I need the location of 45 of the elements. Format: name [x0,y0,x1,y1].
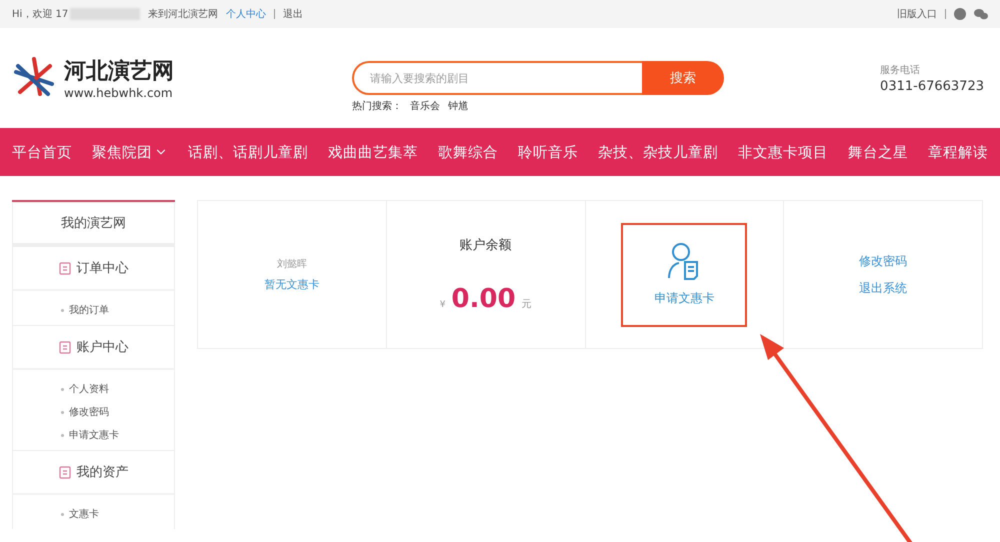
sidebar-item[interactable]: 申请文惠卡 [61,428,174,442]
welcome-text: 来到河北演艺网 [148,8,218,21]
search-field[interactable]: 请输入要搜索的剧目 [352,61,642,95]
nav-item[interactable]: 非文惠卡项目 [738,142,828,162]
nav-item[interactable]: 舞台之星 [848,142,908,162]
balance-title: 账户余额 [460,236,512,254]
nav-item[interactable]: 聚焦院团 [92,142,168,162]
sidebar-item[interactable]: 我的订单 [61,303,174,317]
sidebar-section-header: 订单中心 [12,246,175,291]
account-link[interactable]: 退出系统 [859,280,908,296]
sidebar-section-header: 账户中心 [12,325,175,370]
apply-card-button[interactable]: 申请文惠卡 [621,222,748,326]
logo-title: 河北演艺网 [64,58,174,86]
hot-search-link[interactable]: 音乐会 [410,99,440,113]
sidebar-item[interactable]: 个人资料 [61,382,174,396]
nav-item[interactable]: 章程解读 [928,142,988,162]
nav-item[interactable]: 平台首页 [12,142,72,162]
nav-item[interactable]: 歌舞综合 [438,142,498,162]
nav-item[interactable]: 聆听音乐 [518,142,578,162]
sidebar-section-header: 我的资产 [12,450,175,495]
clipboard-icon [58,465,70,479]
welcome-text: Hi，欢迎 17 [12,8,68,21]
phone-number: 0311-67663723 [880,78,984,94]
account-link[interactable]: 修改密码 [859,252,908,270]
nav-item[interactable]: 戏曲曲艺集萃 [328,142,418,162]
top-link[interactable]: 个人中心 [226,7,266,21]
phone-label: 服务电话 [880,64,922,76]
clipboard-icon [58,261,70,275]
sidebar-title: 我的演艺网 [12,202,175,246]
logo-url: www.hebwhk.com [64,86,174,100]
hot-search-link[interactable]: 钟馗 [448,99,468,113]
card-status-link[interactable]: 暂无文惠卡 [264,277,320,292]
old-version-link[interactable]: 旧版入口 [897,7,937,21]
user-name: 刘懿晖 [276,258,307,271]
clipboard-icon [58,340,70,354]
nav-item[interactable]: 话剧、话剧儿童剧 [188,142,308,162]
sidebar-item[interactable]: 修改密码 [61,405,174,419]
hot-search-label: 热门搜索： [352,100,402,113]
top-link[interactable]: 退出 [283,7,304,21]
currency-sign: ¥ [440,300,446,310]
sidebar-item[interactable]: 文惠卡 [61,507,174,521]
search-button[interactable]: 搜索 [642,61,724,95]
currency-unit: 元 [522,298,532,310]
nav-item[interactable]: 杂技、杂技儿童剧 [598,142,718,162]
balance-amount: 0.00 [451,284,516,314]
